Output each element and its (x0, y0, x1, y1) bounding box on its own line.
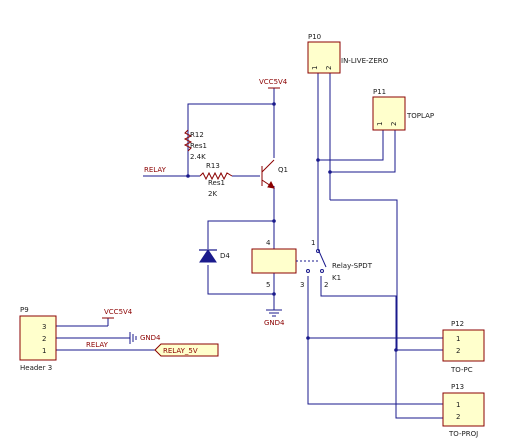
p12-ref: P12 (451, 320, 464, 328)
p13-pin-1: 1 (456, 401, 460, 409)
junction-dot (394, 348, 398, 352)
junction-dot (272, 219, 276, 223)
port-label: RELAY_5V (163, 347, 198, 355)
connector-p13: P13 TO-PROJ 1 2 (442, 383, 485, 438)
relay-k1 (251, 248, 327, 274)
connector-p12: P12 TO-PC 1 2 (442, 320, 485, 374)
junction-dots (186, 102, 398, 352)
p9-pin-1: 1 (42, 347, 46, 355)
r13-value: 2K (208, 190, 217, 198)
k1-value: Relay-SPDT (332, 262, 373, 270)
schematic-canvas: VCC5V4 VCC5V4 GND4 GND4 RELAY RELAY RELA… (19, 33, 485, 438)
gnd-label-relay: GND4 (264, 319, 285, 327)
p11-pin-1: 1 (376, 122, 384, 126)
p10-pin-2: 2 (325, 66, 333, 70)
vcc-label-top: VCC5V4 (259, 78, 288, 86)
r13-type: Res1 (208, 179, 225, 187)
diode-d4 (199, 249, 217, 263)
vcc-symbol-top: VCC5V4 (259, 78, 288, 89)
p12-pin-1: 1 (456, 335, 460, 343)
k1-pin-3: 3 (300, 281, 304, 289)
p13-pin-2: 2 (456, 413, 460, 421)
vcc-symbol-header: VCC5V4 (102, 308, 133, 319)
junction-dot (272, 292, 276, 296)
d4-ref: D4 (220, 252, 230, 260)
k1-pin-2: 2 (324, 281, 328, 289)
p9-pin-2: 2 (42, 335, 46, 343)
p10-ref: P10 (308, 33, 321, 41)
connector-p10: P10 IN-LIVE-ZERO 1 2 (307, 33, 389, 74)
junction-dot (328, 170, 332, 174)
ground-symbol-header (129, 332, 137, 344)
p11-ref: P11 (373, 88, 386, 96)
transistor-q1 (261, 159, 275, 189)
p9-value: Header 3 (20, 364, 52, 372)
ground-symbol-relay (266, 309, 282, 317)
p12-value: TO-PC (450, 366, 473, 374)
connector-p11: P11 TOPLAP 1 2 (372, 88, 434, 131)
p12-pin-2: 2 (456, 347, 460, 355)
p9-ref: P9 (20, 306, 29, 314)
p10-value: IN-LIVE-ZERO (341, 57, 389, 65)
k1-ref: K1 (332, 274, 341, 282)
r12-value: 2.4K (190, 153, 206, 161)
junction-dot (316, 158, 320, 162)
r12-type: Res1 (190, 142, 207, 150)
resistor-r13: R13 Res1 2K (199, 162, 233, 198)
r12-ref: R12 (190, 131, 204, 139)
connector-p9: P9 Header 3 3 2 1 (19, 306, 57, 372)
vcc-label-header: VCC5V4 (104, 308, 133, 316)
net-label-relay-header: RELAY (86, 341, 109, 349)
net-label-relay-base: RELAY (144, 166, 167, 174)
q1-ref: Q1 (278, 166, 288, 174)
p11-value: TOPLAP (406, 112, 434, 120)
k1-pin-1: 1 (311, 239, 315, 247)
p13-ref: P13 (451, 383, 464, 391)
k1-pin-5: 5 (266, 281, 270, 289)
p10-pin-1: 1 (311, 66, 319, 70)
r13-ref: R13 (206, 162, 220, 170)
p9-pin-3: 3 (42, 323, 46, 331)
p13-value: TO-PROJ (448, 430, 478, 438)
junction-dot (272, 102, 276, 106)
gnd-label-header: GND4 (140, 334, 161, 342)
junction-dot (306, 336, 310, 340)
port-relay-5v: RELAY_5V (154, 343, 219, 357)
k1-pin-4: 4 (266, 239, 271, 247)
p11-pin-2: 2 (390, 122, 398, 126)
junction-dot (186, 174, 190, 178)
